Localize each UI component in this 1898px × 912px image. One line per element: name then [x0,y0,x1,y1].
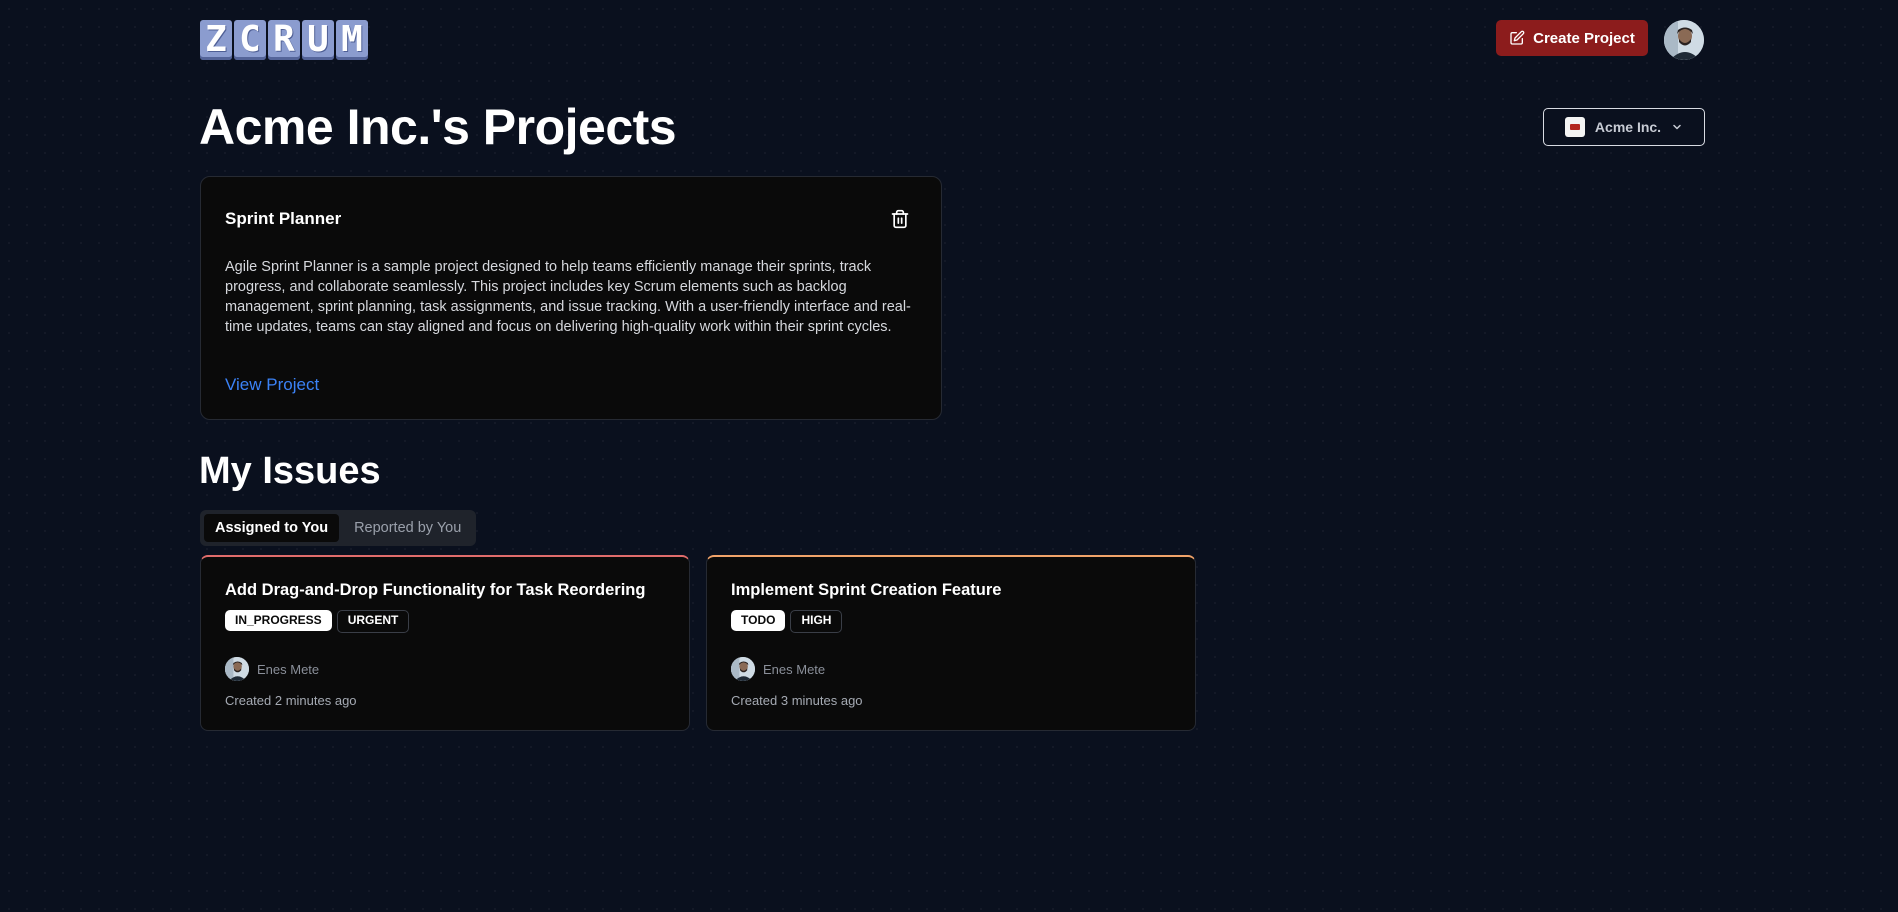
assignee-name: Enes Mete [257,661,320,677]
logo-letter: C [234,20,266,60]
trash-icon [891,209,909,229]
assignee-name: Enes Mete [763,661,826,677]
priority-badge: URGENT [336,610,410,633]
create-project-label: Create Project [1533,29,1635,47]
issue-badges: TODO HIGH [731,610,843,633]
tab-reported-by-you[interactable]: Reported by You [343,514,472,542]
priority-badge: HIGH [790,610,843,633]
issue-assignee: Enes Mete [225,657,319,681]
project-description: Agile Sprint Planner is a sample project… [225,259,911,335]
issue-card[interactable]: Add Drag-and-Drop Functionality for Task… [200,555,690,731]
project-card: Sprint Planner Agile Sprint Planner is a… [200,176,942,420]
user-avatar[interactable] [1664,20,1704,60]
organization-switcher[interactable]: Acme Inc. [1543,108,1705,146]
logo-letter: U [302,20,334,60]
logo-letter: R [268,20,300,60]
issue-badges: IN_PROGRESS URGENT [225,610,410,633]
tab-assigned-to-you[interactable]: Assigned to You [204,514,340,542]
logo-letter: M [336,20,368,60]
page-title: Acme Inc.'s Projects [199,99,677,155]
issues-tabs: Assigned to You Reported by You [200,510,477,546]
create-project-button[interactable]: Create Project [1496,20,1648,56]
avatar [731,657,755,681]
view-project-link[interactable]: View Project [225,375,319,395]
zcrum-logo[interactable]: Z C R U M [200,20,368,60]
issue-title: Add Drag-and-Drop Functionality for Task… [225,581,646,599]
user-avatar-icon [1664,20,1704,60]
chevron-down-icon [1673,124,1681,130]
issue-created-time: Created 3 minutes ago [731,693,863,708]
project-name: Sprint Planner [225,209,342,228]
status-badge: TODO [731,610,786,631]
delete-project-button[interactable] [890,209,910,229]
user-avatar-icon [731,657,755,681]
organization-name: Acme Inc. [1594,119,1662,135]
issue-card[interactable]: Implement Sprint Creation Feature TODO H… [706,555,1196,731]
organization-logo [1564,117,1585,137]
my-issues-heading: My Issues [199,450,381,492]
logo-letter: Z [200,20,232,60]
user-avatar-icon [225,657,249,681]
issue-created-time: Created 2 minutes ago [225,693,357,708]
pencil-square-icon [1510,30,1525,45]
issue-title: Implement Sprint Creation Feature [731,581,1002,599]
dashboard-page: Z C R U M Create Project Acme Inc.'s Pro… [0,0,1898,912]
issue-assignee: Enes Mete [731,657,825,681]
avatar [225,657,249,681]
status-badge: IN_PROGRESS [225,610,332,631]
